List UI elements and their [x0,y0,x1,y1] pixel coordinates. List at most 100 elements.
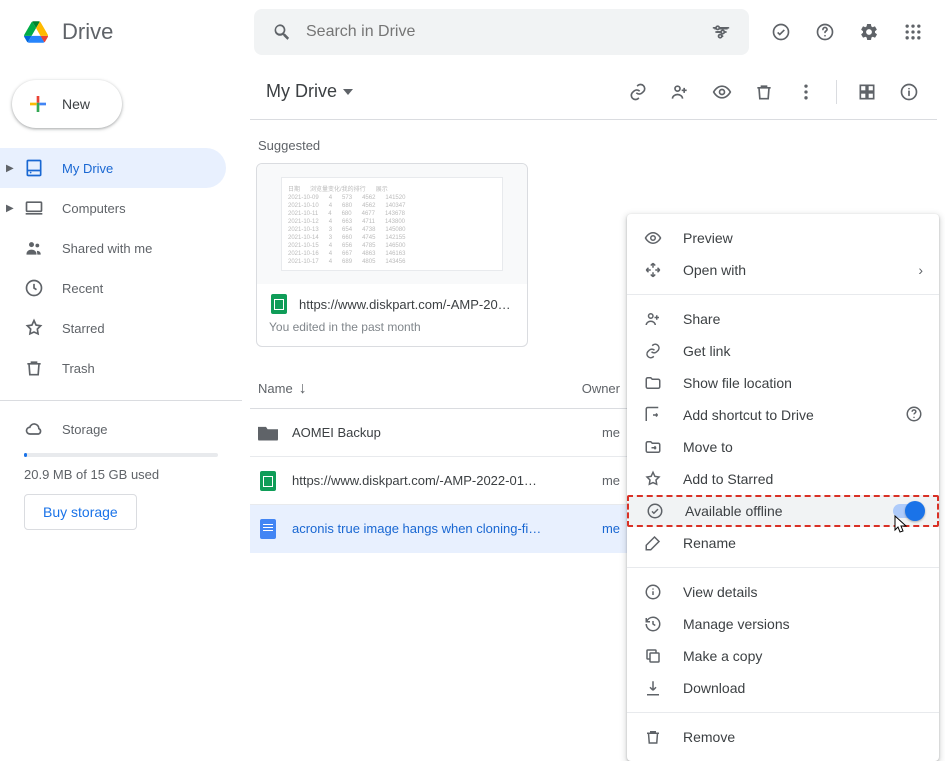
share-person-icon [643,309,663,329]
get-link-icon[interactable] [618,72,658,112]
expand-icon[interactable]: ▶ [6,163,14,174]
settings-icon[interactable] [849,12,889,52]
toolbar: My Drive [250,64,937,120]
computers-icon [24,198,44,218]
sidebar-item-recent[interactable]: Recent [0,268,226,308]
menu-add-starred[interactable]: Add to Starred [627,463,939,495]
sidebar-item-starred[interactable]: Starred [0,308,226,348]
apps-grid-icon[interactable] [893,12,933,52]
new-button-label: New [62,96,90,112]
shortcut-icon [643,405,663,425]
sidebar-item-label: My Drive [62,161,113,176]
offline-icon [645,501,665,521]
history-icon [643,614,663,634]
sidebar-item-trash[interactable]: Trash [0,348,226,388]
breadcrumb[interactable]: My Drive [258,77,361,106]
sidebar: New ▶ My Drive ▶ Computers Shared with m… [0,64,242,713]
preview-icon[interactable] [702,72,742,112]
help-icon[interactable] [805,12,845,52]
storage-progress [24,453,218,457]
rename-icon [643,533,663,553]
recent-icon [24,278,44,298]
more-icon[interactable] [786,72,826,112]
menu-view-details[interactable]: View details [627,576,939,608]
new-button[interactable]: New [12,80,122,128]
sidebar-item-label: Recent [62,281,103,296]
sort-arrow-icon: ↓ [299,380,307,398]
context-menu: Preview Open with› Share Get link Show f… [627,214,939,761]
shared-icon [24,238,44,258]
open-with-icon [643,260,663,280]
copy-icon [643,646,663,666]
info-icon[interactable] [889,72,929,112]
sidebar-item-label: Trash [62,361,95,376]
plus-icon [26,92,50,116]
storage-label: Storage [62,422,108,437]
offline-status-icon[interactable] [761,12,801,52]
star-icon [24,318,44,338]
breadcrumb-label: My Drive [266,81,337,102]
help-small-icon[interactable] [905,405,923,426]
main-area: My Drive Suggested 日期浏览量变化/我的排行展示 [242,64,945,713]
menu-open-with[interactable]: Open with› [627,254,939,286]
menu-move-to[interactable]: Move to [627,431,939,463]
menu-rename[interactable]: Rename [627,527,939,559]
card-title: https://www.diskpart.com/-AMP-20… [299,297,511,312]
folder-icon [258,423,278,443]
info-outline-icon [643,582,663,602]
expand-icon[interactable]: ▶ [6,203,14,214]
drive-logo-icon [16,12,56,52]
chevron-right-icon: › [918,262,923,278]
docs-file-icon [258,519,278,539]
menu-show-location[interactable]: Show file location [627,367,939,399]
cloud-icon [24,419,44,439]
sidebar-item-storage[interactable]: Storage [24,409,218,449]
menu-available-offline[interactable]: Available offline [627,495,939,527]
search-options-icon[interactable] [701,12,741,52]
menu-get-link[interactable]: Get link [627,335,939,367]
suggested-header: Suggested [250,120,937,163]
folder-outline-icon [643,373,663,393]
offline-toggle[interactable] [893,504,923,518]
product-name: Drive [62,19,113,45]
card-subtitle: You edited in the past month [269,320,515,334]
sidebar-item-label: Computers [62,201,126,216]
suggested-card[interactable]: 日期浏览量变化/我的排行展示 2021-10-0945734562141520 … [256,163,528,347]
move-to-icon [643,437,663,457]
search-bar [254,9,749,55]
app-header: Drive [0,0,945,64]
buy-storage-button[interactable]: Buy storage [24,494,137,530]
sheets-file-icon [269,294,289,314]
sidebar-item-computers[interactable]: ▶ Computers [0,188,226,228]
menu-remove[interactable]: Remove [627,721,939,753]
download-icon [643,678,663,698]
my-drive-icon [24,158,44,178]
menu-make-copy[interactable]: Make a copy [627,640,939,672]
storage-used-text: 20.9 MB of 15 GB used [24,467,218,482]
layout-grid-icon[interactable] [847,72,887,112]
trash-outline-icon [643,727,663,747]
link-icon [643,341,663,361]
menu-share[interactable]: Share [627,303,939,335]
share-icon[interactable] [660,72,700,112]
header-actions [749,12,933,52]
delete-icon[interactable] [744,72,784,112]
menu-download[interactable]: Download [627,672,939,704]
column-name[interactable]: Name ↓ [258,380,578,398]
menu-preview[interactable]: Preview [627,222,939,254]
trash-icon [24,358,44,378]
eye-icon [643,228,663,248]
sidebar-item-label: Starred [62,321,105,336]
logo-area[interactable]: Drive [16,12,254,52]
menu-add-shortcut[interactable]: Add shortcut to Drive [627,399,939,431]
menu-manage-versions[interactable]: Manage versions [627,608,939,640]
search-icon[interactable] [262,12,302,52]
sidebar-item-my-drive[interactable]: ▶ My Drive [0,148,226,188]
sidebar-item-label: Shared with me [62,241,152,256]
sidebar-item-shared[interactable]: Shared with me [0,228,226,268]
star-outline-icon [643,469,663,489]
card-thumbnail: 日期浏览量变化/我的排行展示 2021-10-0945734562141520 … [257,164,527,284]
search-input[interactable] [302,22,701,42]
sheets-file-icon [258,471,278,491]
caret-down-icon [343,89,353,95]
